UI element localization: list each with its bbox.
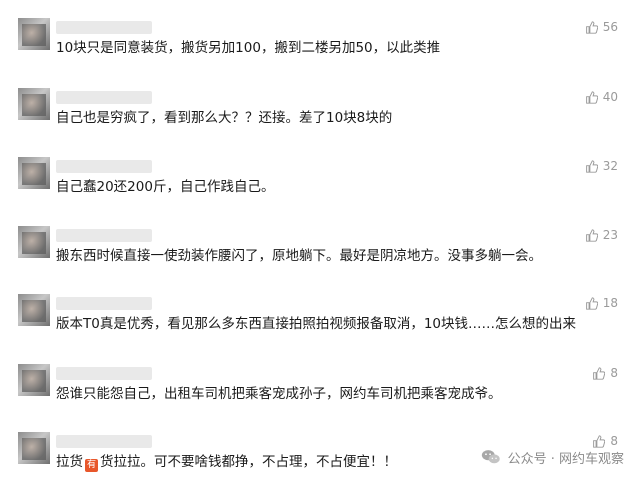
comment-item: 自己蠢20还200斤，自己作践自己。 32 — [0, 157, 640, 225]
like-count: 56 — [602, 20, 618, 34]
avatar[interactable] — [18, 364, 50, 396]
username-blurred[interactable] — [56, 297, 152, 310]
watermark-text: 公众号 · 网约车观察 — [507, 451, 624, 467]
username-blurred[interactable] — [56, 367, 152, 380]
username-blurred[interactable] — [56, 91, 152, 104]
avatar[interactable] — [18, 294, 50, 326]
thumbs-up-icon — [585, 159, 598, 173]
thumbs-up-icon — [585, 296, 598, 310]
like-button[interactable]: 18 — [585, 296, 618, 310]
comment-text: 搬东西时候直接一使劲装作腰闪了，原地躺下。最好是阴凉地方。没事多躺一会。 — [56, 248, 542, 264]
comment-item: 搬东西时候直接一使劲装作腰闪了，原地躺下。最好是阴凉地方。没事多躺一会。 23 — [0, 226, 640, 294]
comment-item: 版本T0真是优秀，看见那么多东西直接拍照拍视频报备取消，10块钱……怎么想的出来… — [0, 294, 640, 362]
avatar[interactable] — [18, 18, 50, 50]
comment-text: 版本T0真是优秀，看见那么多东西直接拍照拍视频报备取消，10块钱……怎么想的出来 — [56, 316, 577, 332]
like-count: 8 — [610, 366, 618, 380]
like-count: 32 — [602, 159, 618, 173]
avatar[interactable] — [18, 226, 50, 258]
avatar[interactable] — [18, 88, 50, 120]
like-button[interactable]: 56 — [585, 20, 618, 34]
comment-text: 自己蠢20还200斤，自己作践自己。 — [56, 179, 275, 195]
like-button[interactable]: 40 — [585, 90, 618, 104]
username-blurred[interactable] — [56, 229, 152, 242]
comment-item: 自己也是穷疯了，看到那么大？？还接。差了10块8块的 40 — [0, 88, 640, 156]
avatar[interactable] — [18, 432, 50, 464]
like-count: 40 — [602, 90, 618, 104]
thumbs-up-icon — [585, 228, 598, 242]
comment-text-part: 拉货 — [56, 454, 83, 470]
comment-text: 10块只是同意装货，搬货另加100，搬到二楼另加50，以此类推 — [56, 40, 441, 56]
like-count: 18 — [602, 296, 618, 310]
wechat-icon — [481, 450, 500, 464]
username-blurred[interactable] — [56, 160, 152, 173]
watermark: 公众号 · 网约车观察 — [480, 446, 624, 468]
app-badge-icon: 有 — [85, 459, 98, 472]
comment-item: 10块只是同意装货，搬货另加100，搬到二楼另加50，以此类推 56 — [0, 18, 640, 86]
like-button[interactable]: 32 — [585, 159, 618, 173]
thumbs-up-icon — [593, 366, 606, 380]
comment-text: 怨谁只能怨自己，出租车司机把乘客宠成孙子，网约车司机把乘客宠成爷。 — [56, 386, 502, 402]
username-blurred[interactable] — [56, 21, 152, 34]
thumbs-up-icon — [585, 90, 598, 104]
like-count: 23 — [602, 228, 618, 242]
comment-text: 拉货有货拉拉。可不要啥钱都挣，不占理，不占便宜！！ — [56, 452, 397, 472]
comment-item: 怨谁只能怨自己，出租车司机把乘客宠成孙子，网约车司机把乘客宠成爷。 8 — [0, 364, 640, 432]
like-button[interactable]: 8 — [592, 366, 618, 380]
comment-text-part: 货拉拉。可不要啥钱都挣，不占理，不占便宜！！ — [100, 454, 397, 470]
comment-text: 自己也是穷疯了，看到那么大？？还接。差了10块8块的 — [56, 110, 393, 126]
thumbs-up-icon — [585, 20, 598, 34]
like-button[interactable]: 23 — [585, 228, 618, 242]
username-blurred[interactable] — [56, 435, 152, 448]
avatar[interactable] — [18, 157, 50, 189]
